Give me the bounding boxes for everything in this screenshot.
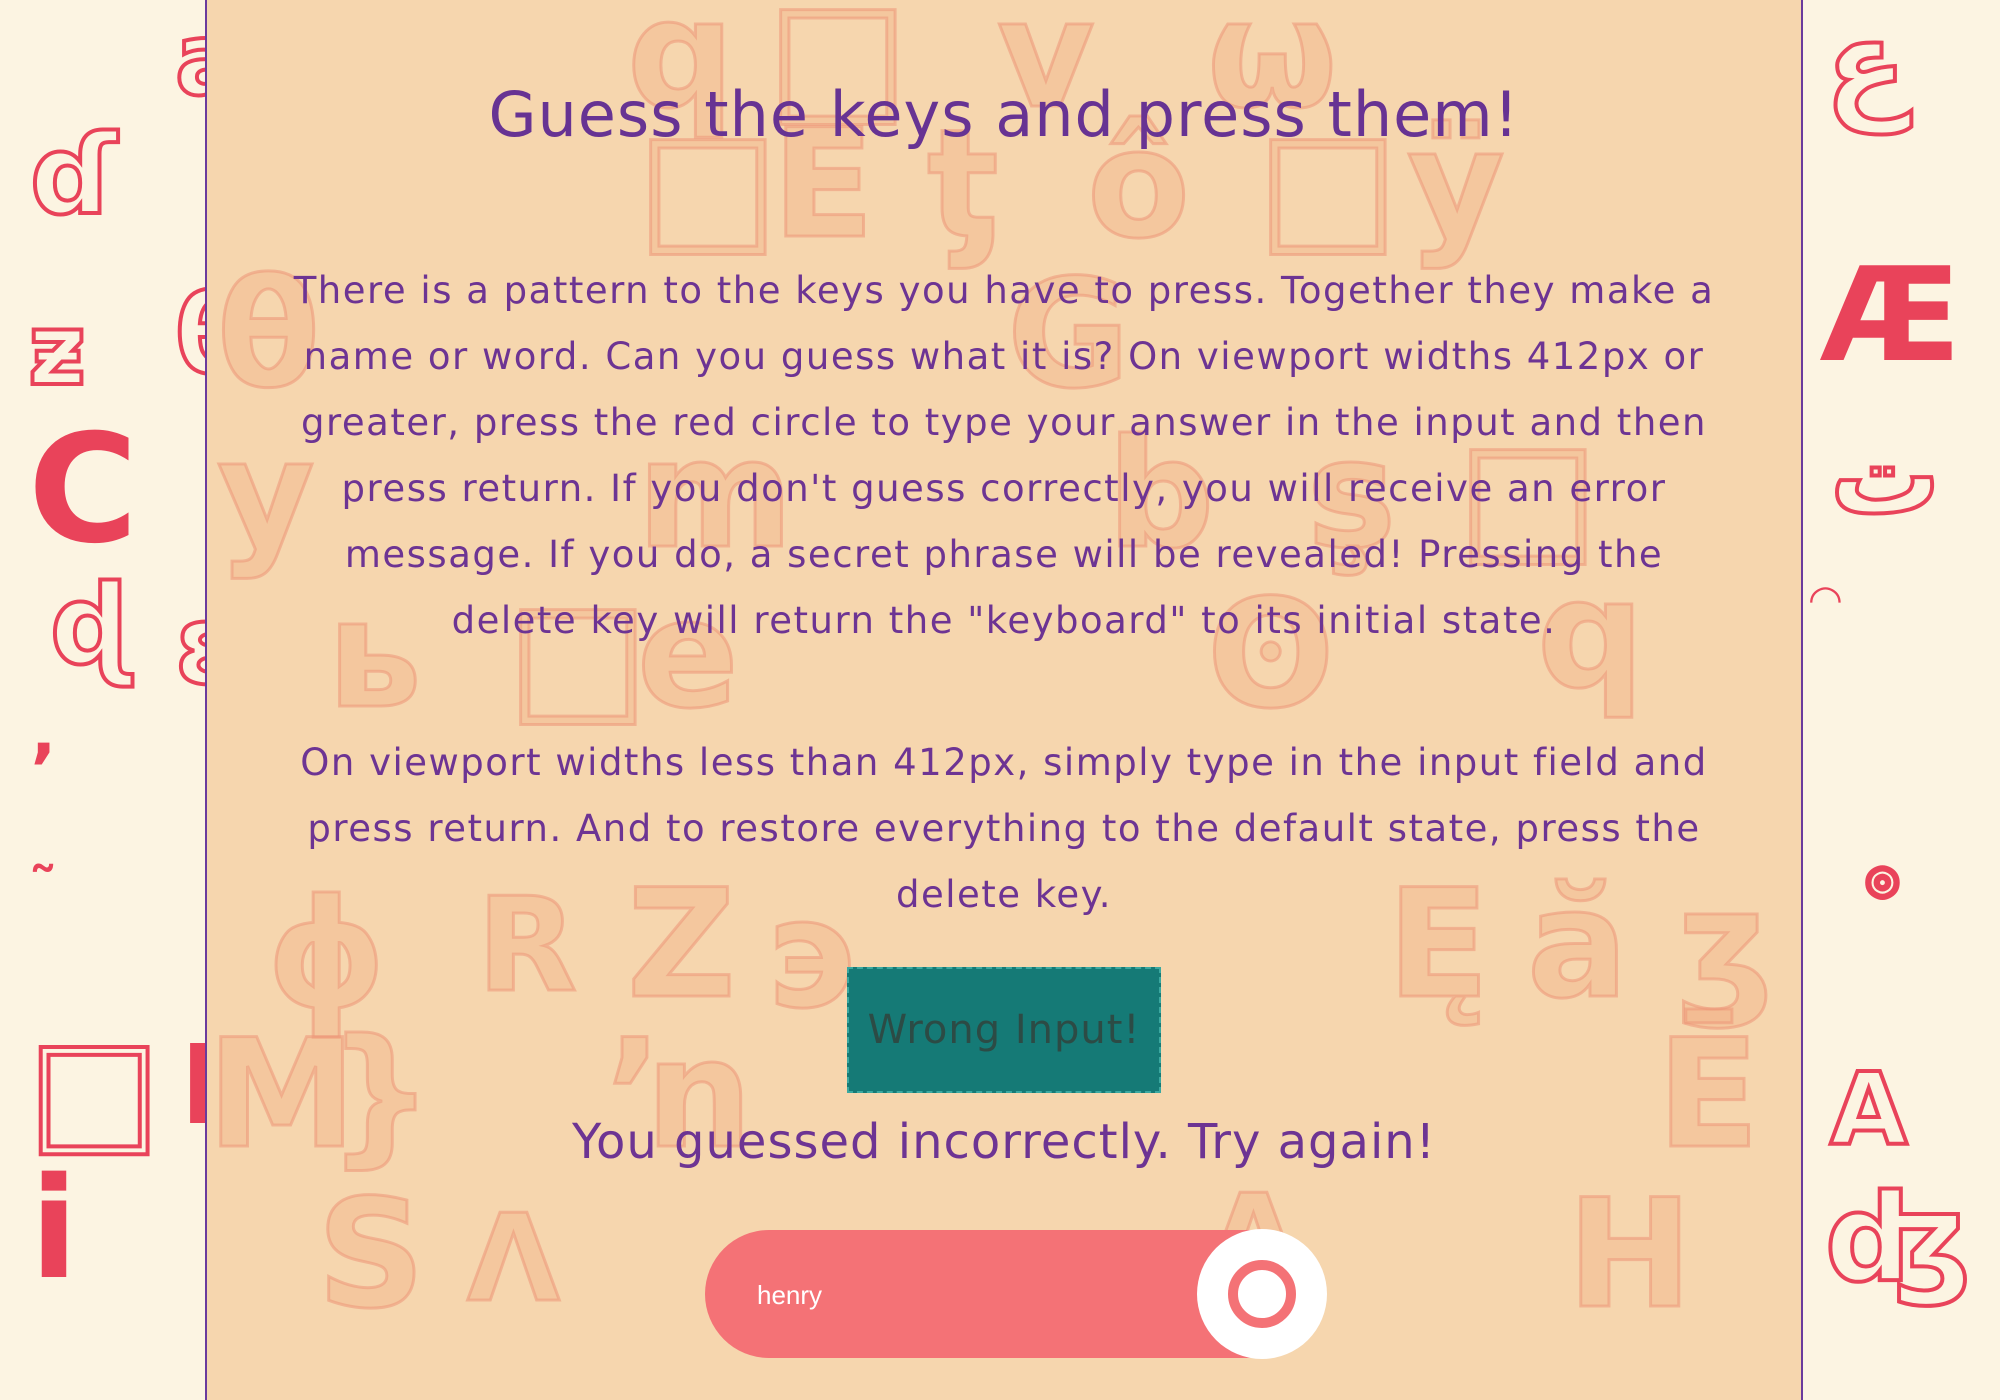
- mobile-instructions-paragraph: On viewport widths less than 412px, simp…: [300, 741, 1708, 916]
- circle-icon: [1228, 1260, 1296, 1328]
- decorative-glyph: ƶ: [26, 291, 88, 408]
- decorative-glyph: ◠: [1810, 577, 1841, 623]
- decorative-glyph: □: [26, 1008, 162, 1171]
- decorative-glyph: ˜: [28, 855, 58, 925]
- answer-input[interactable]: [755, 1264, 1199, 1326]
- page-title: Guess the keys and press them!: [488, 78, 1520, 151]
- main-panel: q □ v ω □ E ƫ ô □ ÿ θ G y m b ş □ ь □ e …: [205, 0, 1803, 1400]
- result-message: You guessed incorrectly. Try again!: [572, 1114, 1436, 1170]
- red-circle-button[interactable]: [1197, 1229, 1327, 1359]
- decorative-glyph: Æ: [1820, 239, 1962, 391]
- decorative-glyph: A: [1828, 1051, 1909, 1168]
- decorative-glyph: ɖ: [48, 561, 131, 689]
- wrong-input-button[interactable]: Wrong Input!: [847, 967, 1161, 1093]
- decorative-glyph: ع: [1823, 0, 1909, 134]
- decorative-glyph: ɗ: [28, 111, 119, 239]
- decorative-glyph: i: [30, 1148, 78, 1311]
- instructions-paragraph: There is a pattern to the keys you have …: [293, 269, 1715, 642]
- decorative-glyph: C: [28, 403, 139, 577]
- answer-input-container: [705, 1229, 1327, 1359]
- decorative-glyph: ◎: [1863, 857, 1902, 903]
- decorative-glyph: ʤ: [1823, 1170, 1973, 1309]
- decorative-glyph: ʼ: [30, 729, 57, 811]
- decorative-glyph: ت: [1828, 411, 1943, 539]
